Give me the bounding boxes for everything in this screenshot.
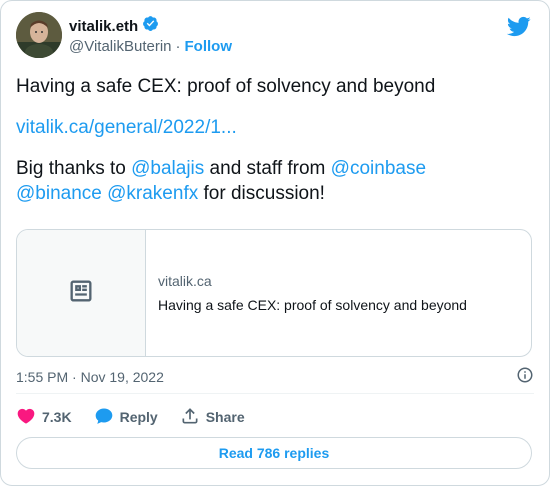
separator-dot: ·	[175, 38, 181, 55]
avatar[interactable]	[16, 12, 62, 58]
tweet-thanks-line: Big thanks to @balajis and staff from @c…	[16, 156, 536, 206]
tweet-line-title: Having a safe CEX: proof of solvency and…	[16, 76, 436, 97]
heart-icon	[16, 406, 36, 429]
reply-bubble-icon	[94, 406, 114, 429]
reply-label: Reply	[119, 409, 158, 425]
mention-binance[interactable]: @binance	[16, 183, 102, 204]
info-icon[interactable]	[516, 366, 534, 389]
thanks-suffix: for discussion!	[198, 183, 325, 204]
read-replies-button[interactable]: Read 786 replies	[16, 437, 532, 469]
mention-krakenfx[interactable]: @krakenfx	[107, 183, 198, 204]
verified-badge-icon	[142, 15, 159, 37]
mention-coinbase[interactable]: @coinbase	[331, 158, 426, 179]
share-icon	[180, 406, 200, 429]
mention-balajis[interactable]: @balajis	[131, 158, 204, 179]
user-info: vitalik.eth @VitalikButerin · Follow	[69, 16, 232, 55]
timestamp[interactable]: 1:55 PM · Nov 19, 2022	[16, 369, 164, 385]
preview-title: Having a safe CEX: proof of solvency and…	[158, 297, 467, 313]
user-handle[interactable]: @VitalikButerin	[69, 38, 172, 55]
thanks-middle: and staff from	[204, 158, 331, 179]
tweet-text: Having a safe CEX: proof of solvency and…	[16, 74, 536, 206]
preview-domain: vitalik.ca	[158, 273, 212, 289]
tweet-url-link[interactable]: vitalik.ca/general/2022/1...	[16, 117, 237, 138]
tweet-card: vitalik.eth @VitalikButerin · Follow Hav…	[0, 0, 550, 486]
share-label: Share	[205, 409, 245, 425]
preview-text: vitalik.ca Having a safe CEX: proof of s…	[146, 230, 479, 356]
reply-button[interactable]: Reply	[94, 406, 158, 429]
link-preview-card[interactable]: vitalik.ca Having a safe CEX: proof of s…	[16, 229, 532, 357]
preview-thumbnail	[17, 230, 146, 356]
thanks-prefix: Big thanks to	[16, 158, 132, 179]
like-button[interactable]: 7.3K	[16, 406, 72, 429]
divider	[16, 393, 534, 394]
article-icon	[67, 277, 95, 310]
display-name[interactable]: vitalik.eth	[69, 18, 138, 35]
twitter-bird-icon[interactable]	[506, 14, 531, 39]
share-button[interactable]: Share	[180, 406, 245, 429]
tweet-meta: 1:55 PM · Nov 19, 2022	[16, 367, 534, 387]
tweet-actions: 7.3K Reply Share	[16, 405, 267, 429]
tweet-header: vitalik.eth @VitalikButerin · Follow	[16, 12, 534, 60]
like-count: 7.3K	[42, 409, 72, 425]
follow-button[interactable]: Follow	[185, 38, 233, 55]
